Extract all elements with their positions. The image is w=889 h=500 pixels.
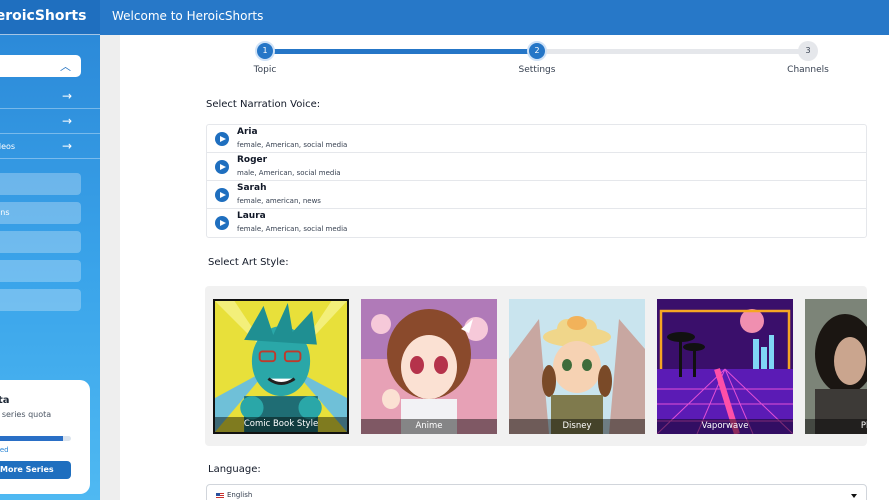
quota-progress-bar [0, 436, 71, 441]
sidebar-nav-item-videos[interactable]: deos → [0, 134, 100, 159]
art-style-anime[interactable]: Anime [361, 299, 497, 434]
chevron-up-icon: ︿ [60, 60, 71, 73]
stepper-progress-remaining [537, 49, 808, 54]
voice-option-roger[interactable]: Roger male, American, social media [207, 153, 866, 181]
quota-progress-fill [0, 436, 63, 441]
voice-option-laura[interactable]: Laura female, American, social media [207, 209, 866, 237]
play-icon[interactable] [215, 132, 229, 146]
language-select[interactable]: English [206, 484, 867, 500]
sidebar-button-3[interactable]: t [0, 231, 81, 253]
voice-option-sarah[interactable]: Sarah female, american, news [207, 181, 866, 209]
us-flag-icon [216, 493, 224, 499]
play-icon[interactable] [215, 216, 229, 230]
quota-subtitle: r series quota [0, 410, 52, 419]
comic-book-thumbnail [215, 301, 347, 432]
brand-logo[interactable]: HeroicShorts [0, 0, 100, 35]
play-icon[interactable] [215, 188, 229, 202]
photo-thumbnail [805, 299, 867, 434]
step-3-indicator[interactable]: 3 [798, 41, 818, 61]
sidebar-button-4[interactable]: t [0, 260, 81, 282]
art-style-photo[interactable]: Photo [805, 299, 867, 434]
sidebar-button-options[interactable]: tions [0, 202, 81, 224]
language-title: Language: [208, 464, 261, 475]
step-2-indicator[interactable]: 2 [527, 41, 547, 61]
play-icon[interactable] [215, 160, 229, 174]
narration-voice-title: Select Narration Voice: [206, 99, 321, 110]
get-more-series-button[interactable]: More Series [0, 461, 71, 479]
anime-thumbnail [361, 299, 497, 434]
page-title: Welcome to HeroicShorts [112, 9, 264, 23]
sidebar-nav-item-1[interactable]: → [0, 84, 100, 109]
sidebar-nav-item-2[interactable]: → [0, 109, 100, 134]
series-select[interactable]: ︿ [0, 55, 81, 77]
step-3-label: Channels [787, 65, 829, 75]
stepper-progress-done [265, 49, 537, 54]
step-1-indicator[interactable]: 1 [255, 41, 275, 61]
voice-option-aria[interactable]: Aria female, American, social media [207, 125, 866, 153]
quota-title: ta [0, 395, 10, 406]
caret-down-icon [851, 494, 857, 498]
arrow-right-icon: → [62, 89, 73, 103]
step-2-label: Settings [518, 65, 556, 75]
quota-used-label: ced [0, 446, 9, 454]
art-style-title: Select Art Style: [208, 257, 289, 268]
arrow-right-icon: → [62, 139, 73, 153]
art-style-disney[interactable]: Disney [509, 299, 645, 434]
voice-list: Aria female, American, social media Roge… [206, 124, 867, 238]
content-gutter [100, 35, 120, 500]
step-1-label: Topic [253, 65, 277, 75]
art-style-vaporwave[interactable]: Vaporwave [657, 299, 793, 434]
art-style-comic-book[interactable]: Comic Book Style [213, 299, 349, 434]
sidebar-button-1[interactable] [0, 173, 81, 195]
arrow-right-icon: → [62, 114, 73, 128]
top-header: Welcome to HeroicShorts [100, 0, 889, 35]
vaporwave-thumbnail [657, 299, 793, 434]
quota-card: ta r series quota ced More Series [0, 380, 90, 494]
disney-thumbnail [509, 299, 645, 434]
sidebar-button-5[interactable] [0, 289, 81, 311]
art-style-carousel: Comic Book Style Anime Disney Vaporwave … [205, 286, 867, 446]
sidebar: HeroicShorts ︿ → → deos → tions t t ta r… [0, 0, 100, 500]
